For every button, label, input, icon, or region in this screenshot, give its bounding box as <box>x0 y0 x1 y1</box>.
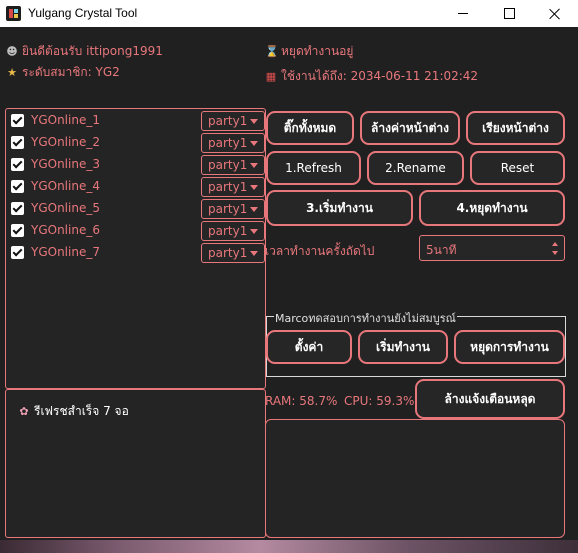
list-item: YGOnline_3 party1 <box>11 155 266 175</box>
account-name: YGOnline_3 <box>31 157 100 171</box>
window-title: Yulgang Crystal Tool <box>28 6 138 20</box>
brain-icon: ✿ <box>19 405 29 418</box>
app-icon <box>6 6 21 21</box>
account-list: YGOnline_1 party1 YGOnline_2 party1 YGOn… <box>5 108 266 389</box>
chevron-down-icon <box>250 163 258 168</box>
refresh-button[interactable]: 1.Refresh <box>266 151 361 185</box>
party-select[interactable]: party1 <box>201 177 265 197</box>
account-name: YGOnline_1 <box>31 113 100 127</box>
party-select[interactable]: party1 <box>201 243 265 263</box>
party-value: party1 <box>208 180 248 194</box>
account-checkbox[interactable] <box>11 158 24 171</box>
rename-button[interactable]: 2.Rename <box>367 151 464 185</box>
reset-button[interactable]: Reset <box>470 151 565 185</box>
stop-button[interactable]: 4.หยุดทำงาน <box>419 190 565 226</box>
macro-settings-button[interactable]: ตั้งค่า <box>266 330 352 364</box>
expiry-text: ใช้งานได้ถึง: 2034-06-11 21:02:42 <box>281 69 479 83</box>
welcome-line: ☻ ยินดีต้อนรับ ittipong1991 <box>6 42 163 61</box>
account-checkbox[interactable] <box>11 202 24 215</box>
party-value: party1 <box>208 246 248 260</box>
desktop-background <box>0 540 578 553</box>
calendar-icon: ▦ <box>265 70 277 83</box>
output-panel <box>265 419 565 538</box>
check-all-button[interactable]: ติ๊กทั้งหมด <box>266 111 354 145</box>
account-name: YGOnline_7 <box>31 245 100 259</box>
cpu-usage: CPU: 59.3% <box>344 394 415 408</box>
account-checkbox[interactable] <box>11 246 24 259</box>
chevron-down-icon <box>250 251 258 256</box>
party-select[interactable]: party1 <box>201 155 265 175</box>
user-icon: ☻ <box>6 45 18 58</box>
macro-stop-button[interactable]: หยุดการทำงาน <box>454 330 565 364</box>
party-value: party1 <box>208 224 248 238</box>
party-value: party1 <box>208 202 248 216</box>
minimize-button[interactable] <box>440 0 486 27</box>
maximize-icon <box>503 8 515 19</box>
account-name: YGOnline_5 <box>31 201 100 215</box>
maximize-button[interactable] <box>486 0 532 27</box>
status-text: หยุดทำงานอยู่ <box>281 44 354 58</box>
arrange-windows-button[interactable]: เรียงหน้าต่าง <box>466 111 565 145</box>
welcome-text: ยินดีต้อนรับ ittipong1991 <box>22 44 163 58</box>
party-select[interactable]: party1 <box>201 199 265 219</box>
minimize-icon <box>458 13 468 14</box>
chevron-down-icon <box>250 185 258 190</box>
start-button[interactable]: 3.เริ่มทำงาน <box>266 190 413 226</box>
clear-alerts-button[interactable]: ล้างแจ้งเตือนหลุด <box>415 379 565 419</box>
spin-up-icon[interactable] <box>552 242 558 246</box>
list-item: YGOnline_7 party1 <box>11 243 266 263</box>
interval-spinbox[interactable]: 5นาที <box>419 235 565 261</box>
title-bar: Yulgang Crystal Tool <box>0 0 578 27</box>
account-checkbox[interactable] <box>11 224 24 237</box>
close-icon <box>549 8 561 20</box>
next-run-label: เวลาทำงานครั้งถัดไป <box>265 244 375 258</box>
chevron-down-icon <box>250 119 258 124</box>
membership-text: ระดับสมาชิก: YG2 <box>22 65 120 79</box>
chevron-down-icon <box>250 141 258 146</box>
account-checkbox[interactable] <box>11 180 24 193</box>
chevron-down-icon <box>250 229 258 234</box>
log-message: รีเฟรชสำเร็จ 7 จอ <box>34 404 129 418</box>
interval-value: 5นาที <box>426 243 457 257</box>
macro-start-button[interactable]: เริ่มทำงาน <box>358 330 448 364</box>
party-value: party1 <box>208 114 248 128</box>
log-entry: ✿ รีเฟรชสำเร็จ 7 จอ <box>18 402 129 421</box>
clear-windows-button[interactable]: ล้างค่าหน้าต่าง <box>360 111 460 145</box>
account-name: YGOnline_4 <box>31 179 100 193</box>
expiry-line: ▦ ใช้งานได้ถึง: 2034-06-11 21:02:42 <box>265 67 478 86</box>
medal-icon: ★ <box>7 66 17 79</box>
list-item: YGOnline_2 party1 <box>11 133 266 153</box>
party-select[interactable]: party1 <box>201 221 265 241</box>
list-item: YGOnline_1 party1 <box>11 111 266 131</box>
macro-group-title: Marcoทดสอบการทำงานยังไม่สมบูรณ์ <box>274 309 457 327</box>
log-panel: ✿ รีเฟรชสำเร็จ 7 จอ <box>5 389 266 538</box>
membership-line: ★ ระดับสมาชิก: YG2 <box>6 63 120 82</box>
list-item: YGOnline_4 party1 <box>11 177 266 197</box>
account-name: YGOnline_6 <box>31 223 100 237</box>
status-line: ⌛ หยุดทำงานอยู่ <box>265 42 353 61</box>
party-select[interactable]: party1 <box>201 111 265 131</box>
account-name: YGOnline_2 <box>31 135 100 149</box>
close-button[interactable] <box>532 0 578 27</box>
party-value: party1 <box>208 136 248 150</box>
party-select[interactable]: party1 <box>201 133 265 153</box>
list-item: YGOnline_6 party1 <box>11 221 266 241</box>
account-checkbox[interactable] <box>11 114 24 127</box>
list-item: YGOnline_5 party1 <box>11 199 266 219</box>
ram-usage: RAM: 58.7% <box>265 394 338 408</box>
account-checkbox[interactable] <box>11 136 24 149</box>
chevron-down-icon <box>250 207 258 212</box>
party-value: party1 <box>208 158 248 172</box>
spin-down-icon[interactable] <box>552 251 558 255</box>
hourglass-icon: ⌛ <box>265 45 279 58</box>
